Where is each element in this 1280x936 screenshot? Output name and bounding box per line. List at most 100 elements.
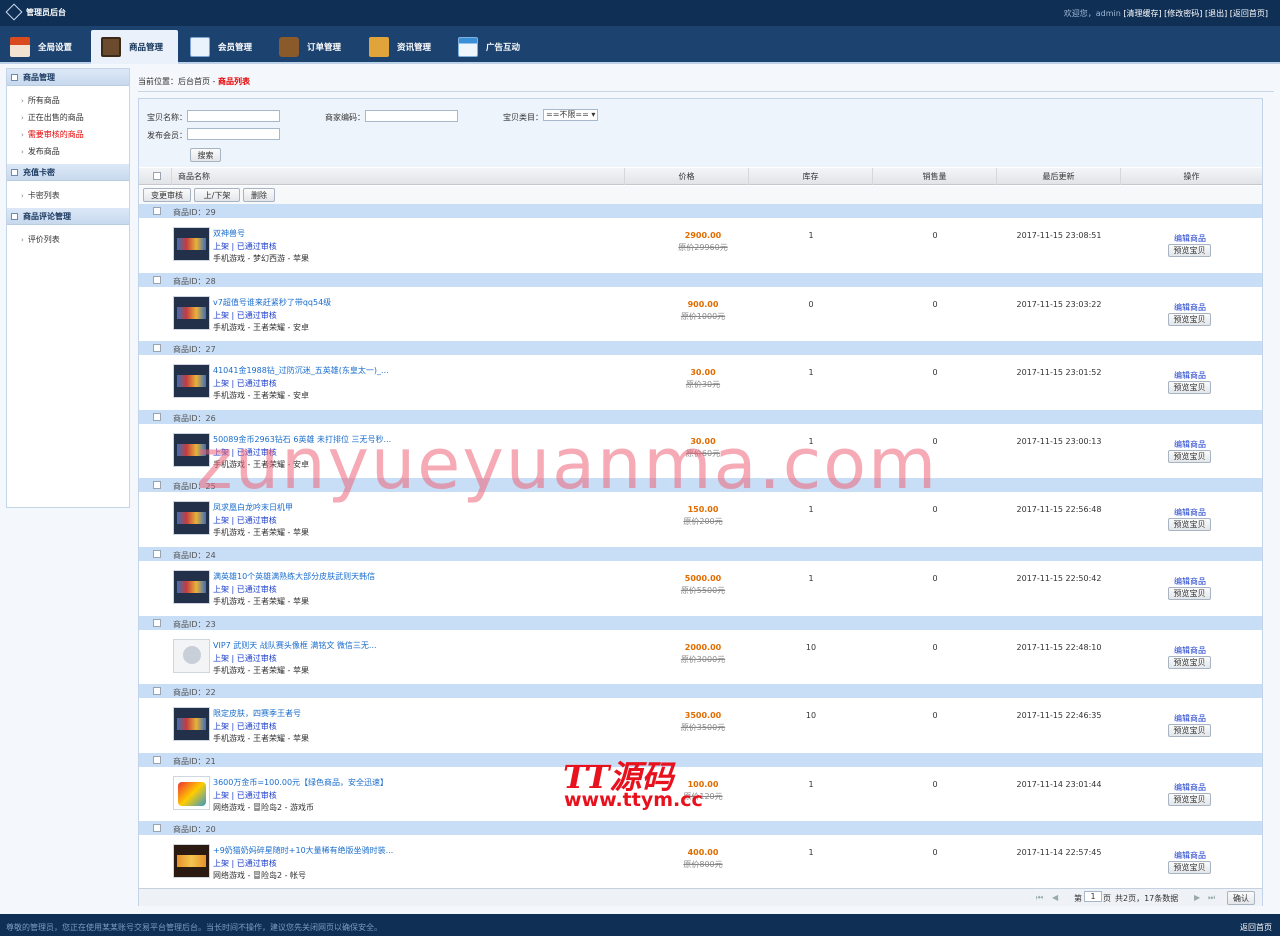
first-page-icon[interactable]: ⏮ <box>1036 893 1043 903</box>
sidebar-section-reviews[interactable]: 商品评论管理 <box>7 208 129 225</box>
product-name-link[interactable]: +9奶猫奶妈碎星随时+10大量稀有绝版坐骑时装... <box>213 845 393 856</box>
column-header-actions: 操作 <box>1120 168 1262 185</box>
thumbnail-image <box>177 238 206 250</box>
product-category: 网络游戏 - 冒险岛2 - 帐号 <box>213 871 307 881</box>
edit-product-link[interactable]: 编辑商品 <box>1168 302 1212 313</box>
product-thumbnail[interactable] <box>173 844 210 879</box>
edit-product-link[interactable]: 编辑商品 <box>1168 233 1212 244</box>
row-checkbox[interactable] <box>153 755 161 764</box>
footer-home-link[interactable]: 返回首页 <box>1240 922 1272 933</box>
sidebar-item-all-products[interactable]: › 所有商品 <box>21 92 129 109</box>
preview-button[interactable]: 预览宝贝 <box>1168 724 1211 738</box>
last-page-icon[interactable]: ⏭ <box>1208 893 1215 903</box>
sidebar-section-product[interactable]: 商品管理 <box>7 69 129 86</box>
product-name-link[interactable]: 限定皮肤，四赛季王者号 <box>213 708 301 719</box>
clear-cache-link[interactable]: [清理缓存] <box>1123 9 1161 18</box>
breadcrumb-home[interactable]: 后台首页 <box>178 77 210 86</box>
preview-button[interactable]: 预览宝贝 <box>1168 449 1211 463</box>
watermark-url: zunyueyuanma.com <box>196 423 939 505</box>
thumbnail-image <box>177 718 206 731</box>
edit-product-link[interactable]: 编辑商品 <box>1168 439 1212 450</box>
edit-product-link[interactable]: 编辑商品 <box>1168 507 1212 518</box>
row-checkbox[interactable] <box>153 412 161 421</box>
product-name-input[interactable] <box>187 110 280 122</box>
edit-product-link[interactable]: 编辑商品 <box>1168 576 1212 587</box>
sidebar-item-label: 需要审核的商品 <box>27 130 84 139</box>
search-button[interactable]: 搜索 <box>190 148 221 162</box>
edit-product-link[interactable]: 编辑商品 <box>1168 782 1212 793</box>
page-prefix: 第 <box>1074 894 1082 903</box>
tab-member-management[interactable]: 会员管理 <box>190 30 270 64</box>
category-select[interactable]: ==不限== ▾ <box>543 109 598 121</box>
product-sales: 0 <box>932 231 938 240</box>
logout-link[interactable]: [退出] <box>1205 9 1227 18</box>
product-status: 上架 | 已通过审核 <box>213 722 277 732</box>
preview-button[interactable]: 预览宝贝 <box>1168 381 1211 395</box>
select-all-checkbox[interactable] <box>153 172 161 180</box>
product-name-link[interactable]: 双神兽号 <box>213 228 245 239</box>
preview-button[interactable]: 预览宝贝 <box>1168 312 1211 326</box>
row-checkbox[interactable] <box>153 824 161 833</box>
product-name-link[interactable]: 3600万金币=100.00元【绿色商品，安全迅速】 <box>213 777 388 788</box>
edit-product-link[interactable]: 编辑商品 <box>1168 370 1212 381</box>
product-thumbnail[interactable] <box>173 707 210 742</box>
tab-order-management[interactable]: 订单管理 <box>279 30 359 64</box>
member-input[interactable] <box>187 128 280 140</box>
toggle-listing-button[interactable]: 上/下架 <box>194 188 240 202</box>
next-page-icon[interactable]: ▶ <box>1194 893 1200 902</box>
home-link[interactable]: [返回首页] <box>1230 9 1268 18</box>
row-id-bar: 商品ID：20 <box>139 821 1262 836</box>
tab-product-management[interactable]: 商品管理 <box>91 30 178 64</box>
page-input[interactable]: 1 <box>1084 891 1102 902</box>
product-name-link[interactable]: VIP7 武则天 战队赛头像框 满铭文 微信三无... <box>213 640 377 651</box>
sidebar-item-publish[interactable]: › 发布商品 <box>21 143 129 160</box>
product-thumbnail[interactable] <box>173 775 210 810</box>
product-updated: 2017-11-15 23:01:52 <box>1016 368 1102 378</box>
change-review-button[interactable]: 变更审核 <box>143 188 191 202</box>
delete-button[interactable]: 删除 <box>243 188 275 202</box>
edit-product-link[interactable]: 编辑商品 <box>1168 850 1212 861</box>
page-confirm-button[interactable]: 确认 <box>1227 891 1255 905</box>
product-name-link[interactable]: 41041金1988钻_过防沉迷_五英雄(东皇太一)_... <box>213 365 389 376</box>
row-checkbox[interactable] <box>153 549 161 558</box>
tab-global-settings[interactable]: 全局设置 <box>10 30 90 64</box>
product-thumbnail[interactable] <box>173 364 210 399</box>
sidebar-section-cards[interactable]: 充值卡密 <box>7 164 129 181</box>
prev-page-icon[interactable]: ◀ <box>1052 893 1058 902</box>
edit-product-link[interactable]: 编辑商品 <box>1168 645 1212 656</box>
product-name-link[interactable]: 满英雄10个英雄满熟练大部分皮肤武则天韩信 <box>213 571 375 582</box>
row-checkbox[interactable] <box>153 275 161 284</box>
product-stock: 0 <box>808 299 814 309</box>
row-checkbox[interactable] <box>153 687 161 696</box>
sidebar-item-on-sale[interactable]: › 正在出售的商品 <box>21 109 129 126</box>
product-original-price: 原价3000元 <box>680 654 726 664</box>
product-sales: 0 <box>932 505 938 515</box>
product-thumbnail[interactable] <box>173 227 210 261</box>
product-thumbnail[interactable] <box>173 569 210 604</box>
preview-button[interactable]: 预览宝贝 <box>1168 792 1211 806</box>
row-checkbox[interactable] <box>153 344 161 353</box>
product-name-link[interactable]: v7超值号谁来赶紧秒了带qq54级 <box>213 297 331 308</box>
preview-button[interactable]: 预览宝贝 <box>1168 586 1211 600</box>
preview-button[interactable]: 预览宝贝 <box>1168 861 1211 875</box>
row-checkbox[interactable] <box>153 618 161 627</box>
product-thumbnail[interactable] <box>173 638 210 673</box>
shop-code-input[interactable] <box>365 110 458 122</box>
row-id-bar: 商品ID：23 <box>139 615 1262 630</box>
product-thumbnail[interactable] <box>173 501 210 536</box>
row-checkbox[interactable] <box>153 481 161 490</box>
sidebar-item-review-list[interactable]: › 评价列表 <box>21 231 129 248</box>
preview-button[interactable]: 预览宝贝 <box>1168 518 1211 532</box>
sidebar-item-pending-review[interactable]: › 需要审核的商品 <box>21 126 129 143</box>
preview-button[interactable]: 预览宝贝 <box>1168 655 1211 669</box>
edit-product-link[interactable]: 编辑商品 <box>1168 713 1212 724</box>
sidebar-item-card-list[interactable]: › 卡密列表 <box>21 187 129 204</box>
product-thumbnail[interactable] <box>173 295 210 330</box>
shop-code-label: 商家编码： <box>325 113 365 122</box>
preview-button[interactable]: 预览宝贝 <box>1168 244 1211 257</box>
change-password-link[interactable]: [修改密码] <box>1164 9 1202 18</box>
row-checkbox[interactable] <box>153 207 161 215</box>
tab-ad-interaction[interactable]: 广告互动 <box>458 30 538 64</box>
wallet-icon <box>279 37 299 57</box>
tab-news-management[interactable]: 资讯管理 <box>369 30 449 64</box>
